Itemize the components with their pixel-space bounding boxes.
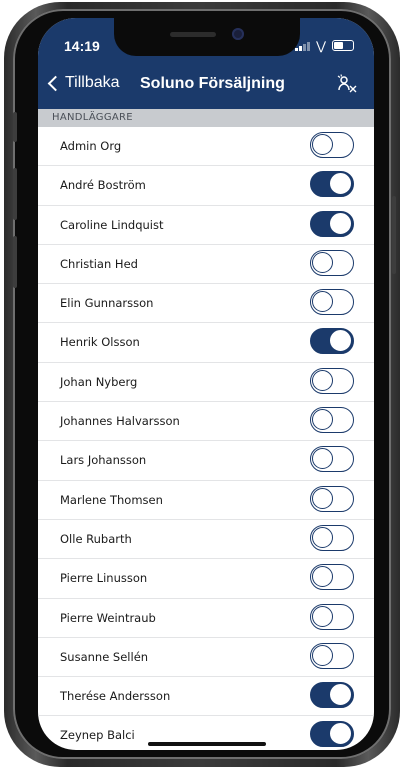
list-item: Susanne Sellén — [38, 638, 374, 678]
handler-toggle[interactable] — [310, 289, 354, 316]
toggle-knob — [330, 173, 351, 195]
user-filter-icon[interactable] — [336, 74, 358, 96]
handler-name: Pierre Linusson — [60, 571, 148, 586]
list-item: Caroline Lindquist — [38, 206, 374, 245]
handler-name: Zeynep Balci — [60, 728, 135, 743]
home-indicator — [148, 742, 266, 746]
back-button[interactable]: Tillbaka — [47, 74, 120, 92]
handler-toggle[interactable] — [310, 446, 354, 473]
handler-toggle[interactable] — [310, 210, 354, 237]
section-header: HANDLÄGGARE — [38, 109, 374, 127]
toggle-knob — [312, 605, 333, 627]
handler-toggle[interactable] — [310, 564, 354, 591]
navigation-bar: 14:19 ⋁ Tillbaka Soluno Försäljning — [38, 18, 374, 122]
toggle-knob — [312, 369, 333, 391]
handler-toggle[interactable] — [310, 682, 354, 709]
list-item: Henrik Olsson — [38, 323, 374, 363]
handler-name: Caroline Lindquist — [60, 217, 164, 232]
toggle-knob — [312, 644, 333, 666]
handler-name: Therése Andersson — [60, 689, 171, 704]
toggle-knob — [312, 487, 333, 509]
back-label: Tillbaka — [65, 74, 120, 91]
list-item: André Boström — [38, 166, 374, 206]
notch — [114, 18, 300, 56]
toggle-knob — [330, 330, 351, 352]
page-title: Soluno Försäljning — [140, 75, 285, 92]
handler-name: Olle Rubarth — [60, 531, 132, 546]
handler-toggle[interactable] — [310, 132, 354, 158]
handler-toggle[interactable] — [310, 721, 354, 748]
handler-toggle[interactable] — [310, 642, 354, 669]
chevron-left-icon — [47, 75, 64, 92]
toggle-knob — [312, 566, 333, 588]
toggle-knob — [330, 723, 351, 745]
handler-toggle[interactable] — [310, 328, 354, 355]
handler-name: Susanne Sellén — [60, 649, 149, 664]
list-item: Christian Hed — [38, 245, 374, 285]
list-item: Olle Rubarth — [38, 520, 374, 560]
list-item: Pierre Weintraub — [38, 599, 374, 638]
status-icons: ⋁ — [295, 38, 354, 53]
handler-name: Johan Nyberg — [60, 374, 138, 389]
handler-name: Christian Hed — [60, 256, 138, 271]
handler-toggle[interactable] — [310, 603, 354, 630]
handler-toggle[interactable] — [310, 524, 354, 551]
signal-icon — [295, 41, 311, 51]
toggle-knob — [312, 251, 333, 273]
handler-name: Elin Gunnarsson — [60, 296, 154, 311]
handler-name: Henrik Olsson — [60, 335, 140, 350]
toggle-knob — [330, 684, 351, 706]
wifi-icon: ⋁ — [316, 38, 326, 53]
list-item: Admin Org — [38, 127, 374, 167]
handler-toggle[interactable] — [310, 407, 354, 434]
mute-switch — [13, 112, 17, 142]
handler-name: Lars Johansson — [60, 453, 147, 468]
toggle-knob — [312, 526, 333, 548]
battery-icon — [332, 40, 354, 51]
list-item: Lars Johansson — [38, 441, 374, 481]
toggle-knob — [312, 448, 333, 470]
toggle-knob — [312, 134, 333, 155]
handler-toggle[interactable] — [310, 485, 354, 512]
handler-name: André Boström — [60, 178, 146, 193]
list-item: Pierre Linusson — [38, 559, 374, 599]
list-item: Marlene Thomsen — [38, 481, 374, 520]
list-item: Johan Nyberg — [38, 363, 374, 403]
app-screen: 14:19 ⋁ Tillbaka Soluno Försäljning HAND… — [38, 18, 374, 750]
volume-up-button — [13, 168, 17, 220]
handler-list: Admin Org André Boström Caroline Lindquist… — [38, 127, 374, 750]
list-item: Johannes Halvarsson — [38, 402, 374, 442]
toggle-knob — [312, 409, 333, 431]
handler-toggle[interactable] — [310, 171, 354, 198]
handler-name: Johannes Halvarsson — [60, 414, 180, 429]
power-button — [392, 196, 396, 274]
handler-name: Marlene Thomsen — [60, 492, 163, 507]
volume-down-button — [13, 236, 17, 288]
toggle-knob — [330, 212, 351, 234]
handler-toggle[interactable] — [310, 249, 354, 276]
front-camera — [232, 28, 244, 40]
list-item: Elin Gunnarsson — [38, 284, 374, 324]
status-time: 14:19 — [64, 38, 100, 54]
handler-name: Pierre Weintraub — [60, 610, 156, 625]
handler-toggle[interactable] — [310, 367, 354, 394]
toggle-knob — [312, 291, 333, 313]
speaker-grille — [170, 32, 216, 37]
list-item: Therése Andersson — [38, 677, 374, 717]
handler-name: Admin Org — [60, 139, 122, 153]
